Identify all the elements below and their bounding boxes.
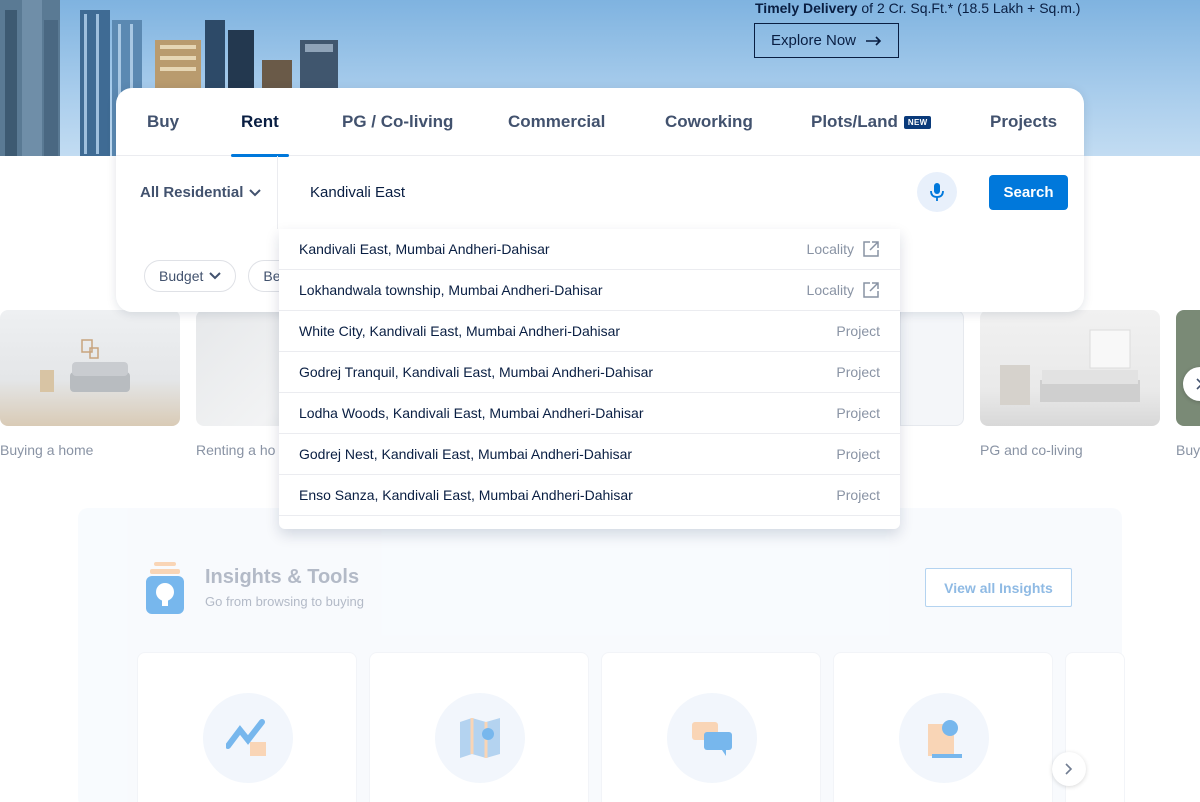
card-label-buying[interactable]: Buying a home	[0, 442, 93, 458]
suggestion-text: Godrej Nest, Kandivali East, Mumbai Andh…	[299, 446, 633, 462]
page: Timely Delivery of 2 Cr. Sq.Ft.* (18.5 L…	[0, 0, 1200, 802]
suggestion-text: Kandivali East, Mumbai Andheri-Dahisar	[299, 241, 550, 257]
tool-icon-bg	[435, 693, 525, 783]
explore-now-label: Explore Now	[770, 32, 857, 49]
tab-coworking[interactable]: Coworking	[665, 88, 753, 156]
tool-card-price-trends[interactable]	[137, 652, 357, 802]
suggestion-item[interactable]: Enso Sanza, Kandivali East, Mumbai Andhe…	[279, 475, 900, 516]
external-link-icon[interactable]	[862, 281, 880, 299]
suggestion-text: White City, Kandivali East, Mumbai Andhe…	[299, 323, 621, 339]
tool-card-locality-map[interactable]	[369, 652, 589, 802]
pg-coliving-image[interactable]	[980, 310, 1160, 426]
tab-plots-land-label: Plots/Land	[811, 112, 898, 131]
tool-icon-bg	[899, 693, 989, 783]
tool-card-reviews[interactable]	[601, 652, 821, 802]
chevron-right-icon	[1196, 378, 1200, 390]
arrow-right-icon	[866, 35, 882, 46]
delivery-bold-text: Timely Delivery	[755, 0, 858, 16]
suggestion-item[interactable]: Godrej Tranquil, Kandivali East, Mumbai …	[279, 352, 900, 393]
search-row: All Residential Search	[116, 156, 1084, 229]
bedroom-illustration	[1000, 329, 1140, 405]
document-location-icon	[928, 720, 962, 758]
tool-icon-bg	[667, 693, 757, 783]
chevron-right-icon	[1065, 763, 1073, 775]
chevron-down-icon	[209, 272, 222, 280]
suggestion-text: Enso Sanza, Kandivali East, Mumbai Andhe…	[299, 487, 633, 503]
tab-projects[interactable]: Projects	[990, 88, 1057, 156]
buying-home-image[interactable]	[0, 310, 180, 426]
suggestion-type-label: Project	[836, 364, 880, 380]
suggestion-type-label: Project	[836, 405, 880, 421]
tools-next-button[interactable]	[1052, 752, 1086, 786]
suggestion-text: Lokhandwala township, Mumbai Andheri-Dah…	[299, 282, 603, 298]
suggestion-type: Locality	[807, 240, 880, 258]
microphone-icon	[930, 183, 944, 201]
budget-filter[interactable]: Budget	[144, 260, 237, 292]
tool-card-investment[interactable]	[833, 652, 1053, 802]
voice-search-button[interactable]	[917, 172, 957, 212]
external-link-icon[interactable]	[862, 240, 880, 258]
card-label-pg[interactable]: PG and co-living	[980, 442, 1083, 458]
search-tabs: Buy Rent PG / Co-living Commercial Cowor…	[116, 88, 1084, 157]
search-suggestions-dropdown: Kandivali East, Mumbai Andheri-Dahisar L…	[279, 229, 900, 529]
search-button[interactable]: Search	[989, 175, 1068, 210]
property-type-label: All Residential	[140, 184, 244, 201]
commercial-card-image[interactable]	[900, 310, 964, 426]
map-pin-icon	[460, 718, 500, 758]
suggestion-text: Godrej Tranquil, Kandivali East, Mumbai …	[299, 364, 654, 380]
suggestion-type-label: Project	[836, 487, 880, 503]
card-label-renting[interactable]: Renting a ho	[196, 442, 275, 458]
suggestion-type-label: Locality	[806, 282, 854, 298]
suggestion-item[interactable]: White City, Kandivali East, Mumbai Andhe…	[279, 311, 900, 352]
tab-plots-land[interactable]: Plots/Land NEW	[811, 88, 932, 156]
insights-subtitle: Go from browsing to buying	[205, 594, 364, 609]
search-input[interactable]	[310, 180, 910, 204]
suggestion-type: Locality	[807, 281, 880, 299]
budget-filter-label: Budget	[159, 268, 204, 284]
view-all-insights-button[interactable]: View all Insights	[925, 568, 1072, 607]
suggestion-text: Lodha Woods, Kandivali East, Mumbai Andh…	[299, 405, 644, 421]
tab-commercial[interactable]: Commercial	[508, 88, 605, 156]
suggestion-type-label: Project	[836, 446, 880, 462]
tool-icon-bg	[203, 693, 293, 783]
chat-bubbles-icon	[692, 722, 732, 756]
new-badge: NEW	[903, 115, 932, 129]
tab-pg-coliving[interactable]: PG / Co-living	[342, 88, 453, 156]
suggestion-item[interactable]: Godrej Nest, Kandivali East, Mumbai Andh…	[279, 434, 900, 475]
suggestion-item[interactable]: Lokhandwala township, Mumbai Andheri-Dah…	[279, 270, 900, 311]
card-label-buy[interactable]: Buy	[1176, 442, 1200, 458]
chart-trend-icon	[226, 719, 266, 756]
chevron-down-icon	[249, 188, 262, 196]
suggestion-type-label: Project	[836, 323, 880, 339]
suggestion-item[interactable]: Lodha Woods, Kandivali East, Mumbai Andh…	[279, 393, 900, 434]
property-type-dropdown[interactable]: All Residential	[116, 156, 278, 229]
sofa-illustration	[40, 339, 130, 392]
suggestion-type-label: Locality	[806, 241, 854, 257]
insights-section: Insights & Tools Go from browsing to buy…	[78, 508, 1125, 802]
lightbulb-icon	[146, 562, 184, 614]
tab-buy[interactable]: Buy	[147, 88, 179, 156]
bedroom-filter-label: Be	[263, 268, 281, 284]
delivery-rest-text: of 2 Cr. Sq.Ft.* (18.5 Lakh + Sq.m.)	[861, 0, 1081, 16]
delivery-text: Timely Delivery of 2 Cr. Sq.Ft.* (18.5 L…	[755, 0, 1080, 16]
explore-now-button[interactable]: Explore Now	[754, 23, 899, 58]
suggestion-item[interactable]: Kandivali East, Mumbai Andheri-Dahisar L…	[279, 229, 900, 270]
tab-rent[interactable]: Rent	[231, 88, 289, 157]
insights-title: Insights & Tools	[205, 566, 360, 588]
